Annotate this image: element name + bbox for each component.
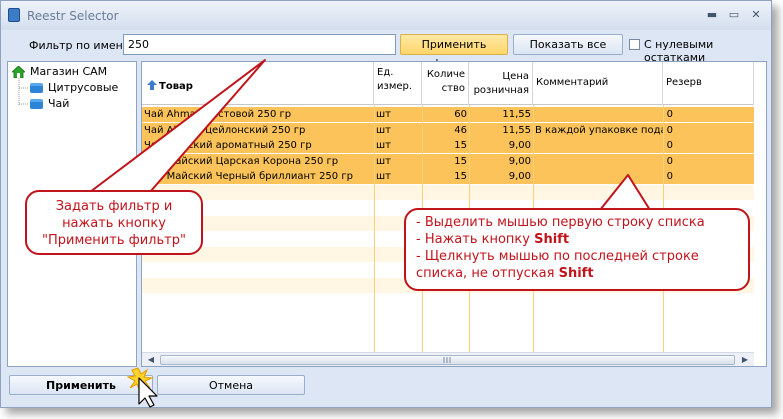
mouse-cursor-icon [126,367,158,408]
callout-selection-hint: - Выделить мышью первую строку списка - … [404,208,750,291]
callout-filter-hint: Задать фильтр и нажать кнопку "Применить… [25,190,203,255]
